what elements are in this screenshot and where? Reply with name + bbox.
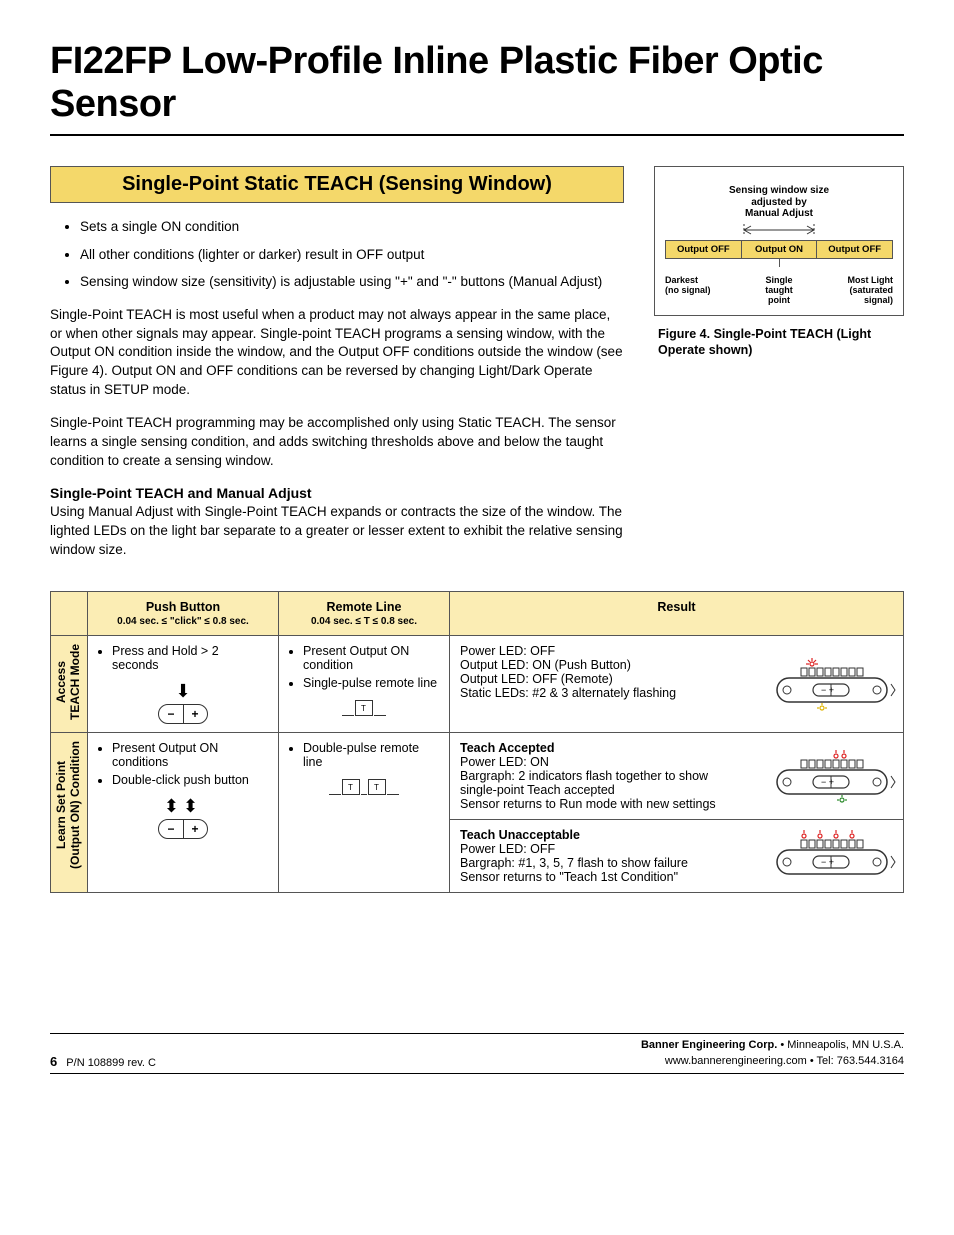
section-header: Single-Point Static TEACH (Sensing Windo… bbox=[50, 166, 624, 203]
subheading: Single-Point TEACH and Manual Adjust bbox=[50, 485, 624, 501]
cell-push-button: Present Output ON conditions Double-clic… bbox=[88, 733, 279, 893]
title-rule bbox=[50, 134, 904, 136]
paragraph: Using Manual Adjust with Single-Point TE… bbox=[50, 503, 624, 560]
cell-result-accepted: Teach Accepted Power LED: ON Bargraph: 2… bbox=[450, 733, 904, 820]
intro-bullets: Sets a single ON condition All other con… bbox=[50, 217, 624, 292]
page-title: FI22FP Low-Profile Inline Plastic Fiber … bbox=[50, 40, 904, 126]
company-contact: www.bannerengineering.com • Tel: 763.544… bbox=[641, 1054, 904, 1069]
press-hold-icon: ⬇ −+ bbox=[98, 682, 268, 724]
bullet-item: Sets a single ON condition bbox=[80, 217, 624, 237]
page-footer: 6 P/N 108899 rev. C Banner Engineering C… bbox=[50, 1033, 904, 1074]
page-number: 6 bbox=[50, 1054, 57, 1069]
svg-text:− +: − + bbox=[821, 685, 834, 695]
figure-label-right: Most Light (saturated signal) bbox=[818, 275, 893, 306]
row-header-learn-set-point: Learn Set Point (Output ON) Condition bbox=[51, 733, 88, 893]
svg-text:− +: − + bbox=[821, 857, 834, 867]
figure-segment: Output OFF bbox=[665, 240, 742, 259]
table-row: Access TEACH Mode Press and Hold > 2 sec… bbox=[51, 636, 904, 733]
company-name: Banner Engineering Corp. bbox=[641, 1039, 777, 1051]
bullet-item: All other conditions (lighter or darker)… bbox=[80, 245, 624, 265]
cell-result: Power LED: OFF Output LED: ON (Push Butt… bbox=[450, 636, 904, 733]
table-header-push-button: Push Button 0.04 sec. ≤ "click" ≤ 0.8 se… bbox=[88, 592, 279, 636]
part-number: P/N 108899 rev. C bbox=[66, 1057, 156, 1069]
table-header-remote-line: Remote Line 0.04 sec. ≤ T ≤ 0.8 sec. bbox=[279, 592, 450, 636]
sensor-diagram-icon: − + bbox=[767, 748, 897, 804]
figure-segment: Output ON bbox=[742, 240, 818, 259]
table-header-blank bbox=[51, 592, 88, 636]
company-location: • Minneapolis, MN U.S.A. bbox=[777, 1039, 904, 1051]
figure-top-label: Sensing window size adjusted by Manual A… bbox=[665, 185, 893, 220]
row-header-access-teach: Access TEACH Mode bbox=[51, 636, 88, 733]
figure-label-left: Darkest (no signal) bbox=[665, 275, 740, 306]
cell-push-button: Press and Hold > 2 seconds ⬇ −+ bbox=[88, 636, 279, 733]
bullet-item: Sensing window size (sensitivity) is adj… bbox=[80, 272, 624, 292]
figure-segment: Output OFF bbox=[817, 240, 893, 259]
teach-procedure-table: Push Button 0.04 sec. ≤ "click" ≤ 0.8 se… bbox=[50, 591, 904, 893]
cell-remote-line: Present Output ON condition Single-pulse… bbox=[279, 636, 450, 733]
cell-result-unacceptable: Teach Unacceptable Power LED: OFF Bargra… bbox=[450, 820, 904, 893]
single-pulse-icon bbox=[289, 700, 439, 716]
double-click-icon: ⬍⬍ −+ bbox=[98, 797, 268, 839]
cell-remote-line: Double-pulse remote line bbox=[279, 733, 450, 893]
paragraph: Single-Point TEACH programming may be ac… bbox=[50, 414, 624, 471]
table-header-result: Result bbox=[450, 592, 904, 636]
table-row: Learn Set Point (Output ON) Condition Pr… bbox=[51, 733, 904, 820]
figure-caption: Figure 4. Single-Point TEACH (Light Oper… bbox=[654, 326, 904, 359]
svg-text:− +: − + bbox=[821, 777, 834, 787]
sensor-diagram-icon: − + bbox=[767, 828, 897, 884]
sensor-diagram-icon: − + bbox=[767, 656, 897, 712]
figure-label-center: Single taught point bbox=[741, 275, 816, 306]
double-pulse-icon bbox=[289, 779, 439, 795]
figure-4-diagram: Sensing window size adjusted by Manual A… bbox=[654, 166, 904, 316]
paragraph: Single-Point TEACH is most useful when a… bbox=[50, 306, 624, 400]
